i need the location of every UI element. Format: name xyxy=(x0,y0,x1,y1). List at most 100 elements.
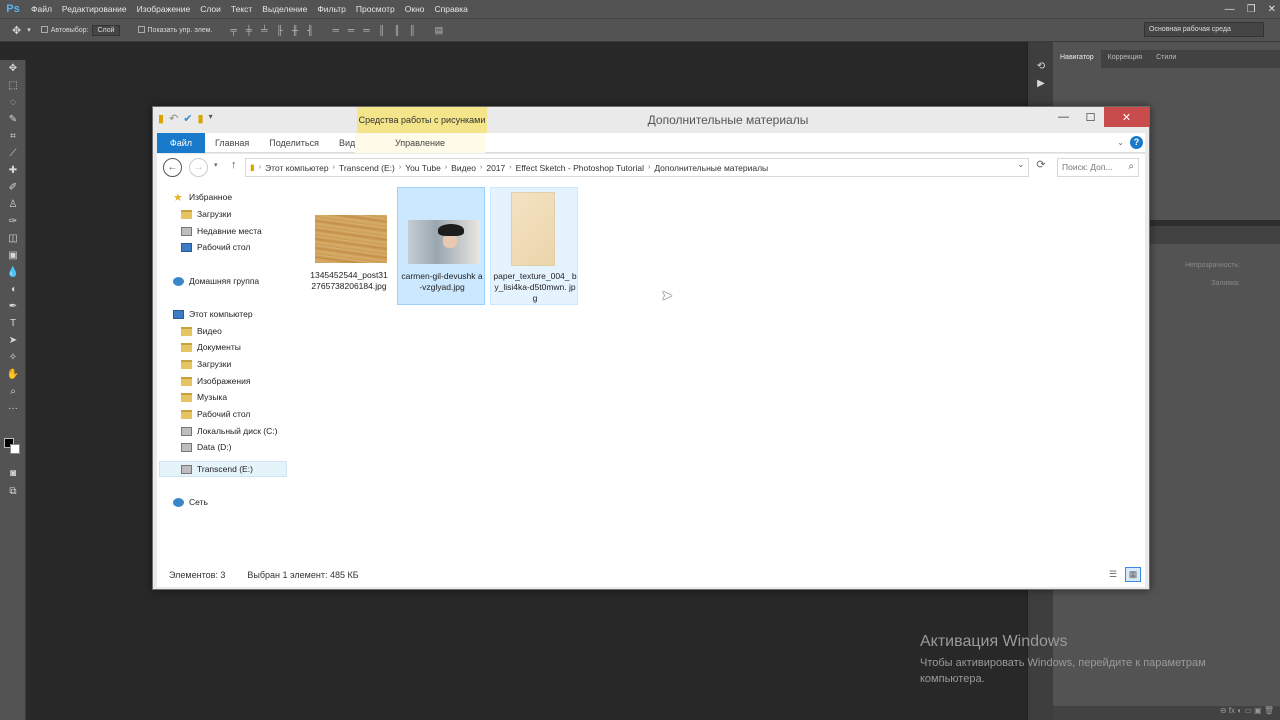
minimize-button[interactable]: — xyxy=(1050,107,1077,127)
menu-select[interactable]: Выделение xyxy=(257,4,312,14)
zoom-tool-icon[interactable]: ⌕ xyxy=(0,383,26,400)
blur-tool-icon[interactable]: 💧 xyxy=(0,264,26,281)
new-folder-icon[interactable]: ▮ xyxy=(198,112,204,125)
search-input[interactable]: Поиск: Доп... ⌕ xyxy=(1057,158,1139,177)
menu-help[interactable]: Справка xyxy=(430,4,473,14)
sidebar-item-downloads[interactable]: Загрузки xyxy=(181,206,231,222)
sidebar-item-desktop[interactable]: Рабочий стол xyxy=(181,239,250,255)
quick-mask-icon[interactable]: ◙ xyxy=(0,465,26,482)
menu-file[interactable]: Файл xyxy=(26,4,57,14)
align-top-icon[interactable]: ╤ xyxy=(230,25,236,35)
workspace-select[interactable]: Основная рабочая среда xyxy=(1144,22,1264,37)
file-item-wood[interactable]: 1345452544_post31 2765738206184.jpg xyxy=(305,187,393,305)
gradient-tool-icon[interactable]: ▣ xyxy=(0,247,26,264)
stamp-tool-icon[interactable]: ♙ xyxy=(0,196,26,213)
history-brush-icon[interactable]: ✑ xyxy=(0,213,26,230)
align-center-icon[interactable]: ╫ xyxy=(292,25,298,35)
address-path[interactable]: ▮ › Этот компьютер › Transcend (E:) › Yo… xyxy=(245,158,1029,177)
move-tool-icon[interactable]: ✥ xyxy=(12,24,21,37)
breadcrumb-additional-materials[interactable]: Дополнительные материалы xyxy=(654,163,768,173)
sidebar-item-documents[interactable]: Документы xyxy=(181,339,241,355)
address-dropdown-icon[interactable]: ⌄ xyxy=(1017,159,1025,170)
breadcrumb-effect-sketch[interactable]: Effect Sketch - Photoshop Tutorial xyxy=(516,163,644,173)
minimize-icon[interactable]: — xyxy=(1225,4,1235,15)
sidebar-item-favorites[interactable]: ★ Избранное xyxy=(173,189,232,205)
sidebar-item-desktop-pc[interactable]: Рабочий стол xyxy=(181,406,250,422)
crop-tool-icon[interactable]: ⌗ xyxy=(0,128,26,145)
menu-view[interactable]: Просмотр xyxy=(351,4,400,14)
distribute-top-icon[interactable]: ═ xyxy=(333,25,339,35)
breadcrumb-separator-icon[interactable]: › xyxy=(333,164,335,171)
refresh-icon[interactable]: ⟳ xyxy=(1033,158,1049,177)
back-arrow-icon[interactable]: ← xyxy=(163,158,182,177)
align-middle-icon[interactable]: ╪ xyxy=(246,25,252,35)
dodge-tool-icon[interactable]: ◖ xyxy=(0,281,26,298)
sidebar-item-transcend-e[interactable]: Transcend (E:) xyxy=(181,461,253,477)
breadcrumb-transcend[interactable]: Transcend (E:) xyxy=(339,163,395,173)
marquee-tool-icon[interactable]: ⬚ xyxy=(0,77,26,94)
menu-layers[interactable]: Слои xyxy=(195,4,226,14)
breadcrumb-video[interactable]: Видео xyxy=(451,163,476,173)
actions-play-icon[interactable]: ▶ xyxy=(1028,75,1054,92)
healing-brush-icon[interactable]: ✚ xyxy=(0,162,26,179)
undo-icon[interactable]: ↶ xyxy=(169,112,178,125)
sidebar-item-network[interactable]: Сеть xyxy=(173,494,208,510)
close-icon[interactable]: ✕ xyxy=(1268,4,1276,15)
properties-icon[interactable]: ✔ xyxy=(183,112,192,125)
distribute-middle-icon[interactable]: ═ xyxy=(348,25,354,35)
tab-manage[interactable]: Управление xyxy=(355,133,485,153)
align-left-icon[interactable]: ╟ xyxy=(276,25,282,35)
autoselect-dropdown[interactable]: Слой xyxy=(92,24,120,36)
sidebar-item-this-pc[interactable]: Этот компьютер xyxy=(173,306,253,322)
sidebar-item-downloads-pc[interactable]: Загрузки xyxy=(181,356,231,372)
type-tool-icon[interactable]: T xyxy=(0,315,26,332)
background-color-swatch[interactable] xyxy=(10,444,20,454)
tab-home[interactable]: Главная xyxy=(205,138,259,148)
restore-icon[interactable]: ❐ xyxy=(1247,4,1256,15)
menu-edit[interactable]: Редактирование xyxy=(57,4,132,14)
eraser-tool-icon[interactable]: ◫ xyxy=(0,230,26,247)
recent-locations-icon[interactable]: ▾ xyxy=(214,161,218,169)
tab-adjustments[interactable]: Коррекция xyxy=(1101,50,1149,68)
forward-arrow-icon[interactable]: → xyxy=(189,158,208,177)
align-right-icon[interactable]: ╢ xyxy=(307,25,313,35)
breadcrumb-separator-icon[interactable]: › xyxy=(509,164,511,171)
menu-image[interactable]: Изображение xyxy=(132,4,196,14)
tab-share[interactable]: Поделиться xyxy=(259,138,329,148)
breadcrumb-separator-icon[interactable]: › xyxy=(648,164,650,171)
breadcrumb-separator-icon[interactable]: › xyxy=(259,164,261,171)
details-view-icon[interactable]: ☰ xyxy=(1105,567,1121,582)
pen-tool-icon[interactable]: ✒ xyxy=(0,298,26,315)
close-button[interactable]: ✕ xyxy=(1104,107,1149,127)
sidebar-item-local-disk-c[interactable]: Локальный диск (C:) xyxy=(181,423,277,439)
hand-tool-icon[interactable]: ✋ xyxy=(0,366,26,383)
sidebar-item-homegroup[interactable]: Домашняя группа xyxy=(173,273,259,289)
autoselect-checkbox[interactable] xyxy=(40,26,51,34)
auto-align-icon[interactable]: ▤ xyxy=(435,25,443,35)
screen-mode-icon[interactable]: ⧉ xyxy=(0,483,26,500)
breadcrumb-2017[interactable]: 2017 xyxy=(486,163,505,173)
chevron-down-icon[interactable]: ▾ xyxy=(209,112,213,125)
file-item-paper-texture[interactable]: paper_texture_004_ by_lisi4ka-d5t0mwn. j… xyxy=(490,187,578,305)
distribute-center-icon[interactable]: ║ xyxy=(394,25,400,35)
sidebar-item-music[interactable]: Музыка xyxy=(181,389,227,405)
show-transform-checkbox[interactable] xyxy=(137,26,148,34)
sidebar-item-data-d[interactable]: Data (D:) xyxy=(181,439,231,455)
menu-text[interactable]: Текст xyxy=(226,4,257,14)
history-panel-icon[interactable]: ⟲ xyxy=(1028,58,1054,75)
breadcrumb-separator-icon[interactable]: › xyxy=(399,164,401,171)
help-icon[interactable]: ? xyxy=(1130,136,1143,149)
breadcrumb-separator-icon[interactable]: › xyxy=(480,164,482,171)
tab-navigator[interactable]: Навигатор xyxy=(1053,50,1101,68)
expand-ribbon-icon[interactable]: ⌄ xyxy=(1117,138,1124,147)
search-icon[interactable]: ⌕ xyxy=(1128,161,1134,172)
breadcrumb-separator-icon[interactable]: › xyxy=(445,164,447,171)
shape-tool-icon[interactable]: ✧ xyxy=(0,349,26,366)
brush-tool-icon[interactable]: ✐ xyxy=(0,179,26,196)
quick-select-tool-icon[interactable]: ✎ xyxy=(0,111,26,128)
distribute-bottom-icon[interactable]: ═ xyxy=(363,25,369,35)
up-arrow-icon[interactable]: ↑ xyxy=(231,159,237,171)
menu-filter[interactable]: Фильтр xyxy=(312,4,351,14)
path-select-icon[interactable]: ➤ xyxy=(0,332,26,349)
eyedropper-tool-icon[interactable]: ⟋ xyxy=(0,145,26,162)
